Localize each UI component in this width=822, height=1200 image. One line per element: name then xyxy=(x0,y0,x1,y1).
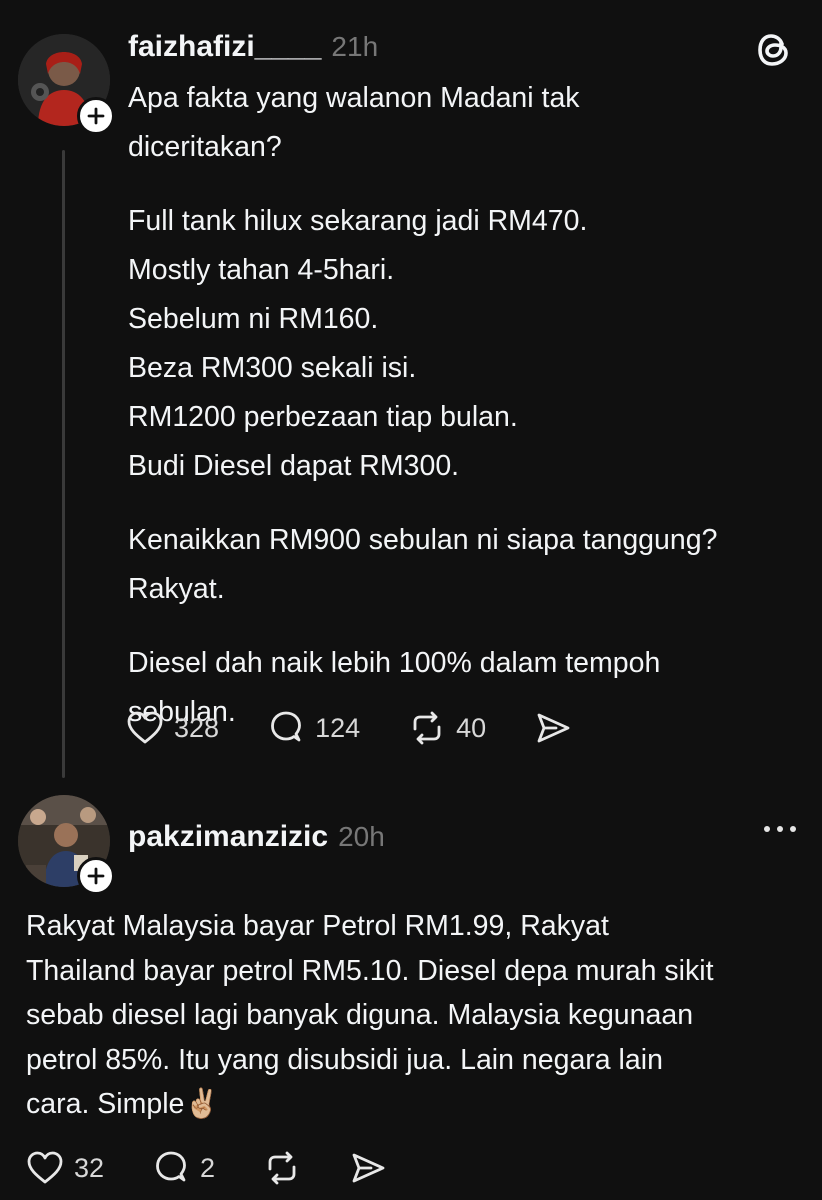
text-line: Kenaikkan RM900 sebulan ni siapa tanggun… xyxy=(128,524,718,556)
text-line: Mostly tahan 4-5hari. xyxy=(128,254,395,286)
post-time: 21h xyxy=(331,31,379,62)
text-line: sebab diesel lagi banyak diguna. Malaysi… xyxy=(26,999,694,1031)
repost-button[interactable]: 40 xyxy=(408,710,486,746)
text-line: cara. Simple✌🏼 xyxy=(26,1082,714,1127)
comment-icon xyxy=(271,711,301,742)
paragraph: Full tank hilux sekarang jadi RM470. Mos… xyxy=(128,197,717,491)
post-body: Rakyat Malaysia bayar Petrol RM1.99, Rak… xyxy=(26,904,714,1127)
post-actions: 32 2 xyxy=(26,1150,435,1186)
text-line: RM1200 perbezaan tiap bulan. xyxy=(128,401,518,433)
send-icon xyxy=(537,713,570,743)
share-button[interactable] xyxy=(349,1150,387,1186)
heart-icon xyxy=(127,711,163,744)
follow-button[interactable] xyxy=(77,97,115,135)
plus-icon xyxy=(87,867,105,885)
text-line: Rakyat. xyxy=(128,573,225,605)
share-button[interactable] xyxy=(534,710,572,746)
text-line: Budi Diesel dapat RM300. xyxy=(128,450,460,482)
text-line: Apa fakta yang walanon Madani tak xyxy=(128,82,580,114)
send-icon xyxy=(352,1153,385,1183)
text-line: Full tank hilux sekarang jadi RM470. xyxy=(128,205,588,237)
paragraph: Apa fakta yang walanon Madani tak diceri… xyxy=(128,74,717,172)
threads-feed: faizhafizi____ 21h Apa fakta yang walanon… xyxy=(0,0,822,1200)
text-span: cara. Simple xyxy=(26,1088,185,1120)
post-time: 20h xyxy=(338,821,385,852)
plus-icon xyxy=(87,107,105,125)
comment-icon xyxy=(156,1151,186,1182)
reply-button[interactable]: 124 xyxy=(267,710,360,746)
repost-icon xyxy=(268,1151,296,1185)
heart-icon xyxy=(27,1151,63,1184)
repost-icon xyxy=(413,711,441,745)
repost-count: 40 xyxy=(456,712,487,743)
reply-button[interactable]: 2 xyxy=(152,1150,215,1186)
post-author[interactable]: pakzimanzizic 20h xyxy=(128,820,385,854)
post-body: Apa fakta yang walanon Madani tak diceri… xyxy=(128,74,717,737)
follow-button[interactable] xyxy=(77,857,115,895)
text-line: Rakyat Malaysia bayar Petrol RM1.99, Rak… xyxy=(26,910,609,942)
reply-count: 2 xyxy=(200,1152,216,1183)
thread-line xyxy=(62,150,65,778)
username[interactable]: pakzimanzizic xyxy=(128,820,328,853)
like-button[interactable]: 32 xyxy=(26,1150,104,1186)
repost-button[interactable] xyxy=(263,1150,301,1186)
like-count: 32 xyxy=(74,1152,105,1183)
text-line: Sebelum ni RM160. xyxy=(128,303,379,335)
paragraph: Kenaikkan RM900 sebulan ni siapa tanggun… xyxy=(128,516,717,614)
post-author[interactable]: faizhafizi____ 21h xyxy=(128,30,378,64)
like-count: 328 xyxy=(174,712,220,743)
post-actions: 328 124 40 xyxy=(126,710,620,746)
threads-logo-icon[interactable] xyxy=(756,30,792,70)
victory-emoji: ✌🏼 xyxy=(184,1088,220,1120)
username[interactable]: faizhafizi____ xyxy=(128,30,321,63)
text-line: petrol 85%. Itu yang disubsidi jua. Lain… xyxy=(26,1043,663,1076)
text-line: Beza RM300 sekali isi. xyxy=(128,352,417,384)
like-button[interactable]: 328 xyxy=(126,710,219,746)
text-line: diceritakan? xyxy=(128,131,282,163)
text-line: Diesel dah naik lebih 100% dalam tempoh xyxy=(128,647,661,679)
text-line: Thailand bayar petrol RM5.10. Diesel dep… xyxy=(26,954,714,987)
reply-count: 124 xyxy=(315,712,361,743)
more-icon[interactable] xyxy=(764,826,796,832)
